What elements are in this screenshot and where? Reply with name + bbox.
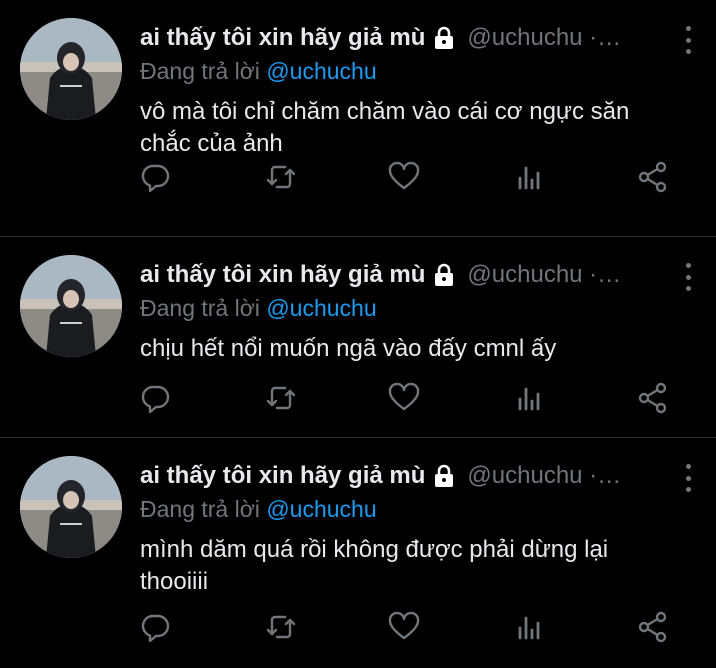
tweet[interactable]: ai thấy tôi xin hãy giả mù @uchuchu ·… Đ… <box>0 0 716 236</box>
reply-icon[interactable] <box>138 610 172 644</box>
replying-prefix: Đang trả lời <box>140 496 260 522</box>
mention-link[interactable]: @uchuchu <box>266 295 376 321</box>
display-name[interactable]: ai thấy tôi xin hãy giả mù <box>140 462 425 490</box>
tweet-text: mình dăm quá rồi không được phải dừng lạ… <box>140 536 609 595</box>
share-icon[interactable] <box>636 610 670 644</box>
lock-icon <box>433 26 455 50</box>
avatar[interactable] <box>20 456 122 558</box>
lock-icon <box>433 464 455 488</box>
like-icon[interactable] <box>387 381 421 415</box>
tweet[interactable]: ai thấy tôi xin hãy giả mù @uchuchu ·… Đ… <box>0 437 716 668</box>
replying-prefix: Đang trả lời <box>140 295 260 321</box>
action-bar <box>138 161 674 206</box>
analytics-icon[interactable] <box>513 610 547 644</box>
handle[interactable]: @uchuchu ·… <box>467 462 621 490</box>
retweet-icon[interactable] <box>264 160 298 194</box>
more-icon[interactable] <box>678 261 698 293</box>
retweet-icon[interactable] <box>264 381 298 415</box>
mention-link[interactable]: @uchuchu <box>266 496 376 522</box>
mention-link[interactable]: @uchuchu <box>266 58 376 84</box>
analytics-icon[interactable] <box>513 160 547 194</box>
like-icon[interactable] <box>387 610 421 644</box>
reply-icon[interactable] <box>138 381 172 415</box>
handle[interactable]: @uchuchu ·… <box>467 261 621 289</box>
more-icon[interactable] <box>678 24 698 56</box>
replying-prefix: Đang trả lời <box>140 58 260 84</box>
replying-to: Đang trả lời @uchuchu <box>140 58 664 88</box>
avatar[interactable] <box>20 255 122 357</box>
tweet[interactable]: ai thấy tôi xin hãy giả mù @uchuchu ·… Đ… <box>0 236 716 437</box>
display-name[interactable]: ai thấy tôi xin hãy giả mù <box>140 261 425 289</box>
share-icon[interactable] <box>636 160 670 194</box>
avatar[interactable] <box>20 18 122 120</box>
like-icon[interactable] <box>387 160 421 194</box>
tweet-text: chịu hết nổi muốn ngã vào đấy cmnl ấy <box>140 335 557 362</box>
replying-to: Đang trả lời @uchuchu <box>140 496 664 526</box>
share-icon[interactable] <box>636 381 670 415</box>
handle[interactable]: @uchuchu ·… <box>467 24 621 52</box>
tweet-text: vô mà tôi chỉ chăm chăm vào cái cơ ngực … <box>140 98 630 157</box>
reply-icon[interactable] <box>138 160 172 194</box>
action-bar <box>138 382 674 427</box>
retweet-icon[interactable] <box>264 610 298 644</box>
display-name[interactable]: ai thấy tôi xin hãy giả mù <box>140 24 425 52</box>
replying-to: Đang trả lời @uchuchu <box>140 295 664 325</box>
analytics-icon[interactable] <box>513 381 547 415</box>
lock-icon <box>433 263 455 287</box>
more-icon[interactable] <box>678 462 698 494</box>
action-bar <box>138 611 674 656</box>
